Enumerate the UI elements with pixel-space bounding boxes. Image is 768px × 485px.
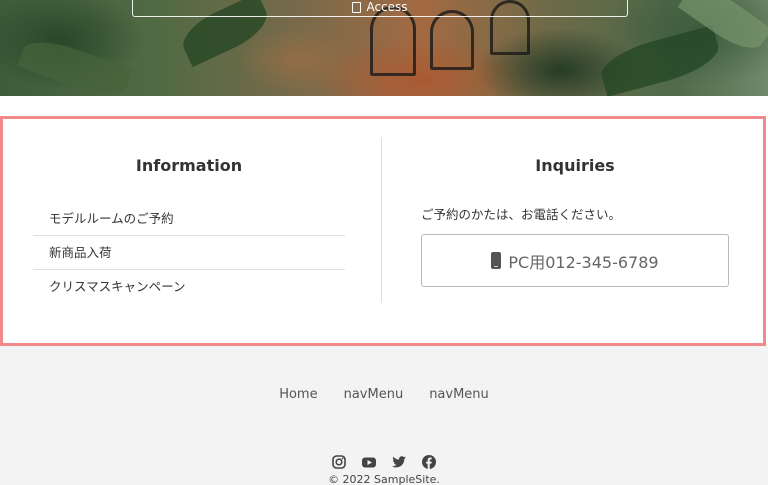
youtube-icon[interactable] (361, 454, 377, 470)
social-links (0, 454, 768, 470)
twitter-icon[interactable] (391, 454, 407, 470)
inquiries-title: Inquiries (535, 156, 615, 175)
footer-nav-home[interactable]: Home (279, 387, 317, 402)
info-inquiries-section: Information モデルルームのご予約 新商品入荷 クリスマスキャンペーン… (0, 116, 766, 346)
footer-nav: Home navMenu navMenu (0, 387, 768, 402)
mobile-phone-icon (491, 252, 502, 269)
cafe-chair (430, 10, 474, 70)
copyright-text: © 2022 SampleSite. (328, 473, 440, 485)
phone-call-button[interactable]: PC用012-345-6789 (421, 234, 729, 287)
information-column: Information モデルルームのご予約 新商品入荷 クリスマスキャンペーン (33, 119, 345, 343)
information-item[interactable]: クリスマスキャンペーン (33, 270, 345, 304)
access-button-label: Access (366, 0, 408, 14)
plant-leaf (596, 25, 724, 96)
inquiries-column: Inquiries ご予約のかたは、お電話ください。 PC用012-345-67… (419, 119, 731, 343)
access-button[interactable]: Access (132, 0, 628, 17)
site-footer: Home navMenu navMenu © 2022 SampleSite. (0, 346, 768, 485)
hero-image: Access (0, 0, 768, 96)
information-item[interactable]: モデルルームのご予約 (33, 202, 345, 236)
inquiries-text: ご予約のかたは、お電話ください。 (421, 207, 622, 222)
column-divider (381, 137, 382, 303)
instagram-icon[interactable] (331, 454, 347, 470)
plant-leaf (17, 32, 133, 96)
footer-nav-item[interactable]: navMenu (344, 387, 404, 402)
information-item[interactable]: 新商品入荷 (33, 236, 345, 270)
facebook-icon[interactable] (421, 454, 437, 470)
information-title: Information (135, 156, 243, 175)
phone-number-label: PC用012-345-6789 (508, 252, 659, 272)
map-pin-icon (352, 1, 362, 13)
information-list: モデルルームのご予約 新商品入荷 クリスマスキャンペーン (33, 202, 345, 304)
footer-nav-item[interactable]: navMenu (429, 387, 489, 402)
